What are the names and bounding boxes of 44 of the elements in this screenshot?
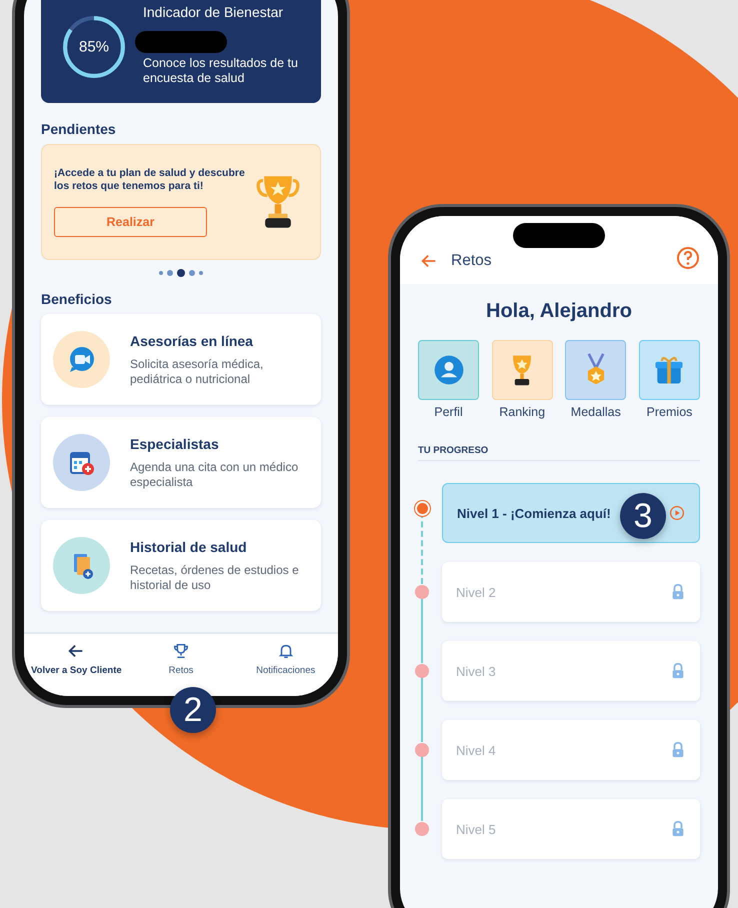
percent-value: 85%: [78, 38, 110, 56]
card-subtitle: Conoce los resultados de tu encuesta de salud: [143, 56, 299, 86]
nav-item[interactable]: Notificaciones: [233, 642, 338, 684]
benefit-title: Historial de salud: [130, 539, 248, 555]
shortcut-label: Medallas: [570, 405, 621, 419]
help-icon[interactable]: [676, 246, 700, 270]
benefit-card[interactable]: Especialistas Agenda una cita con un médico especialista: [41, 417, 321, 508]
benefit-description: Solicita asesoría médica, pediátrica o nutricional: [130, 357, 264, 386]
lock-icon: [670, 821, 686, 837]
promo-message: ¡Accede a tu plan de salud y descubre los retos que tenemos para ti!: [54, 167, 246, 193]
pager-dot[interactable]: [199, 271, 203, 275]
section-heading: Pendientes: [41, 121, 117, 137]
shortcut-tile[interactable]: [565, 340, 626, 400]
shortcut-label: Ranking: [499, 405, 546, 419]
bell-icon: [276, 642, 295, 660]
shortcut-label: Premios: [646, 405, 692, 419]
play-icon: [669, 505, 685, 521]
pager-dot[interactable]: [167, 270, 173, 276]
benefit-card[interactable]: Historial de salud Recetas, órdenes de estudios e historial de uso: [41, 520, 321, 611]
benefit-title: Especialistas: [130, 436, 220, 452]
pager-dot[interactable]: [177, 269, 185, 277]
back-arrow-icon: [67, 642, 86, 660]
pager-dot[interactable]: [189, 270, 195, 276]
benefit-description: Agenda una cita con un médico especialista: [130, 460, 300, 489]
section-heading: TU PROGRESO: [418, 445, 700, 461]
greeting: Hola, Alejandro: [486, 300, 632, 323]
screen-title: Retos: [451, 252, 492, 270]
lock-icon: [670, 742, 686, 758]
benefit-card[interactable]: Asesorías en línea Solicita asesoría médica, pediátrica o nutricional: [41, 314, 321, 405]
lock-icon: [670, 663, 686, 679]
nav-item[interactable]: Volver a Soy Cliente: [24, 642, 129, 684]
lock-icon: [670, 584, 686, 600]
pager-dot[interactable]: [159, 271, 163, 275]
section-heading: Beneficios: [41, 291, 113, 307]
nav-item[interactable]: Retos: [128, 642, 234, 684]
benefit-description: Recetas, órdenes de estudios e historial de uso: [130, 563, 300, 592]
benefit-title: Asesorías en línea: [130, 333, 254, 349]
shortcut-tile[interactable]: [492, 340, 553, 400]
trophy-icon: [172, 642, 190, 660]
shortcut-label: Perfil: [434, 405, 463, 419]
shortcut-tile[interactable]: [418, 340, 479, 400]
card-title: Indicador de Bienestar: [143, 4, 284, 20]
shortcut-tile[interactable]: [638, 340, 700, 400]
back-arrow-icon[interactable]: [420, 252, 438, 270]
